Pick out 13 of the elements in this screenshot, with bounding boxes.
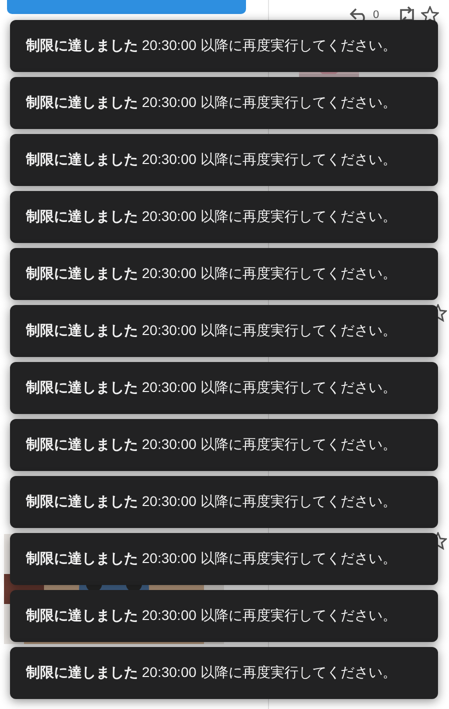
toast-message: 制限に達しました 20:30:00 以降に再度実行してください。 xyxy=(26,322,396,340)
toast-message: 制限に達しました 20:30:00 以降に再度実行してください。 xyxy=(26,379,396,397)
toast-message: 制限に達しました 20:30:00 以降に再度実行してください。 xyxy=(26,151,396,169)
toast-message: 制限に達しました 20:30:00 以降に再度実行してください。 xyxy=(26,550,396,568)
toast-message: 制限に達しました 20:30:00 以降に再度実行してください。 xyxy=(26,436,396,454)
toast-message: 制限に達しました 20:30:00 以降に再度実行してください。 xyxy=(26,208,396,226)
toast-message: 制限に達しました 20:30:00 以降に再度実行してください。 xyxy=(26,664,396,682)
reply-count: 0 xyxy=(373,9,380,21)
toast-message: 制限に達しました 20:30:00 以降に再度実行してください。 xyxy=(26,493,396,511)
toast-message: 制限に達しました 20:30:00 以降に再度実行してください。 xyxy=(26,607,396,625)
toast-message: 制限に達しました 20:30:00 以降に再度実行してください。 xyxy=(26,94,396,112)
toast-message: 制限に達しました 20:30:00 以降に再度実行してください。 xyxy=(26,265,396,283)
toast-message: 制限に達しました 20:30:00 以降に再度実行してください。 xyxy=(26,37,396,55)
